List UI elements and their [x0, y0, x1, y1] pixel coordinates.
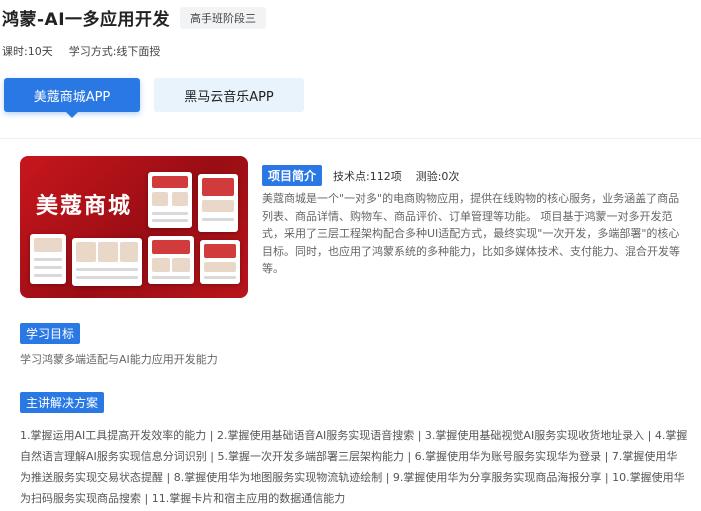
learning-goal-label: 学习目标	[20, 323, 81, 344]
tab-heima-music[interactable]: 黑马云音乐APP	[154, 78, 304, 112]
title-row: 鸿蒙-AI一多应用开发 高手班阶段三	[2, 5, 267, 30]
device-mockup	[198, 174, 238, 232]
tab-meikou-mall[interactable]: 美蔻商城APP	[4, 78, 140, 118]
device-mockup	[148, 236, 194, 284]
tech-points-count: 技术点:112项	[333, 170, 402, 183]
stage-badge: 高手班阶段三	[180, 6, 267, 29]
device-mockup	[30, 234, 66, 284]
page-title: 鸿蒙-AI一多应用开发	[2, 10, 171, 30]
device-mockup	[72, 238, 142, 286]
solution-label: 主讲解决方案	[20, 392, 105, 413]
project-banner-image: 美蔻商城	[20, 156, 248, 298]
divider	[0, 138, 701, 139]
device-mockup	[200, 240, 240, 284]
project-description: 美蔻商城是一个"一对多"的电商购物应用，提供在线购物的核心服务，业务涵盖了商品列…	[262, 192, 680, 275]
course-meta: 课时:10天 学习方式:线下面授	[2, 43, 160, 59]
tests-count: 测验:0次	[415, 170, 460, 183]
device-mockup	[148, 172, 192, 228]
project-tabs: 美蔻商城APP 黑马云音乐APP	[4, 78, 304, 118]
learning-goal-text: 学习鸿蒙多端适配与AI能力应用开发能力	[20, 353, 218, 366]
banner-title: 美蔻商城	[36, 194, 133, 219]
project-stats: 技术点:112项 测验:0次	[333, 168, 459, 184]
solution-text: 1.掌握运用AI工具提高开发效率的能力 | 2.掌握使用基础语音AI服务实现语音…	[20, 429, 688, 505]
course-mode: 学习方式:线下面授	[68, 45, 161, 58]
project-intro-label: 项目简介	[262, 165, 323, 186]
course-hours: 课时:10天	[2, 45, 53, 58]
